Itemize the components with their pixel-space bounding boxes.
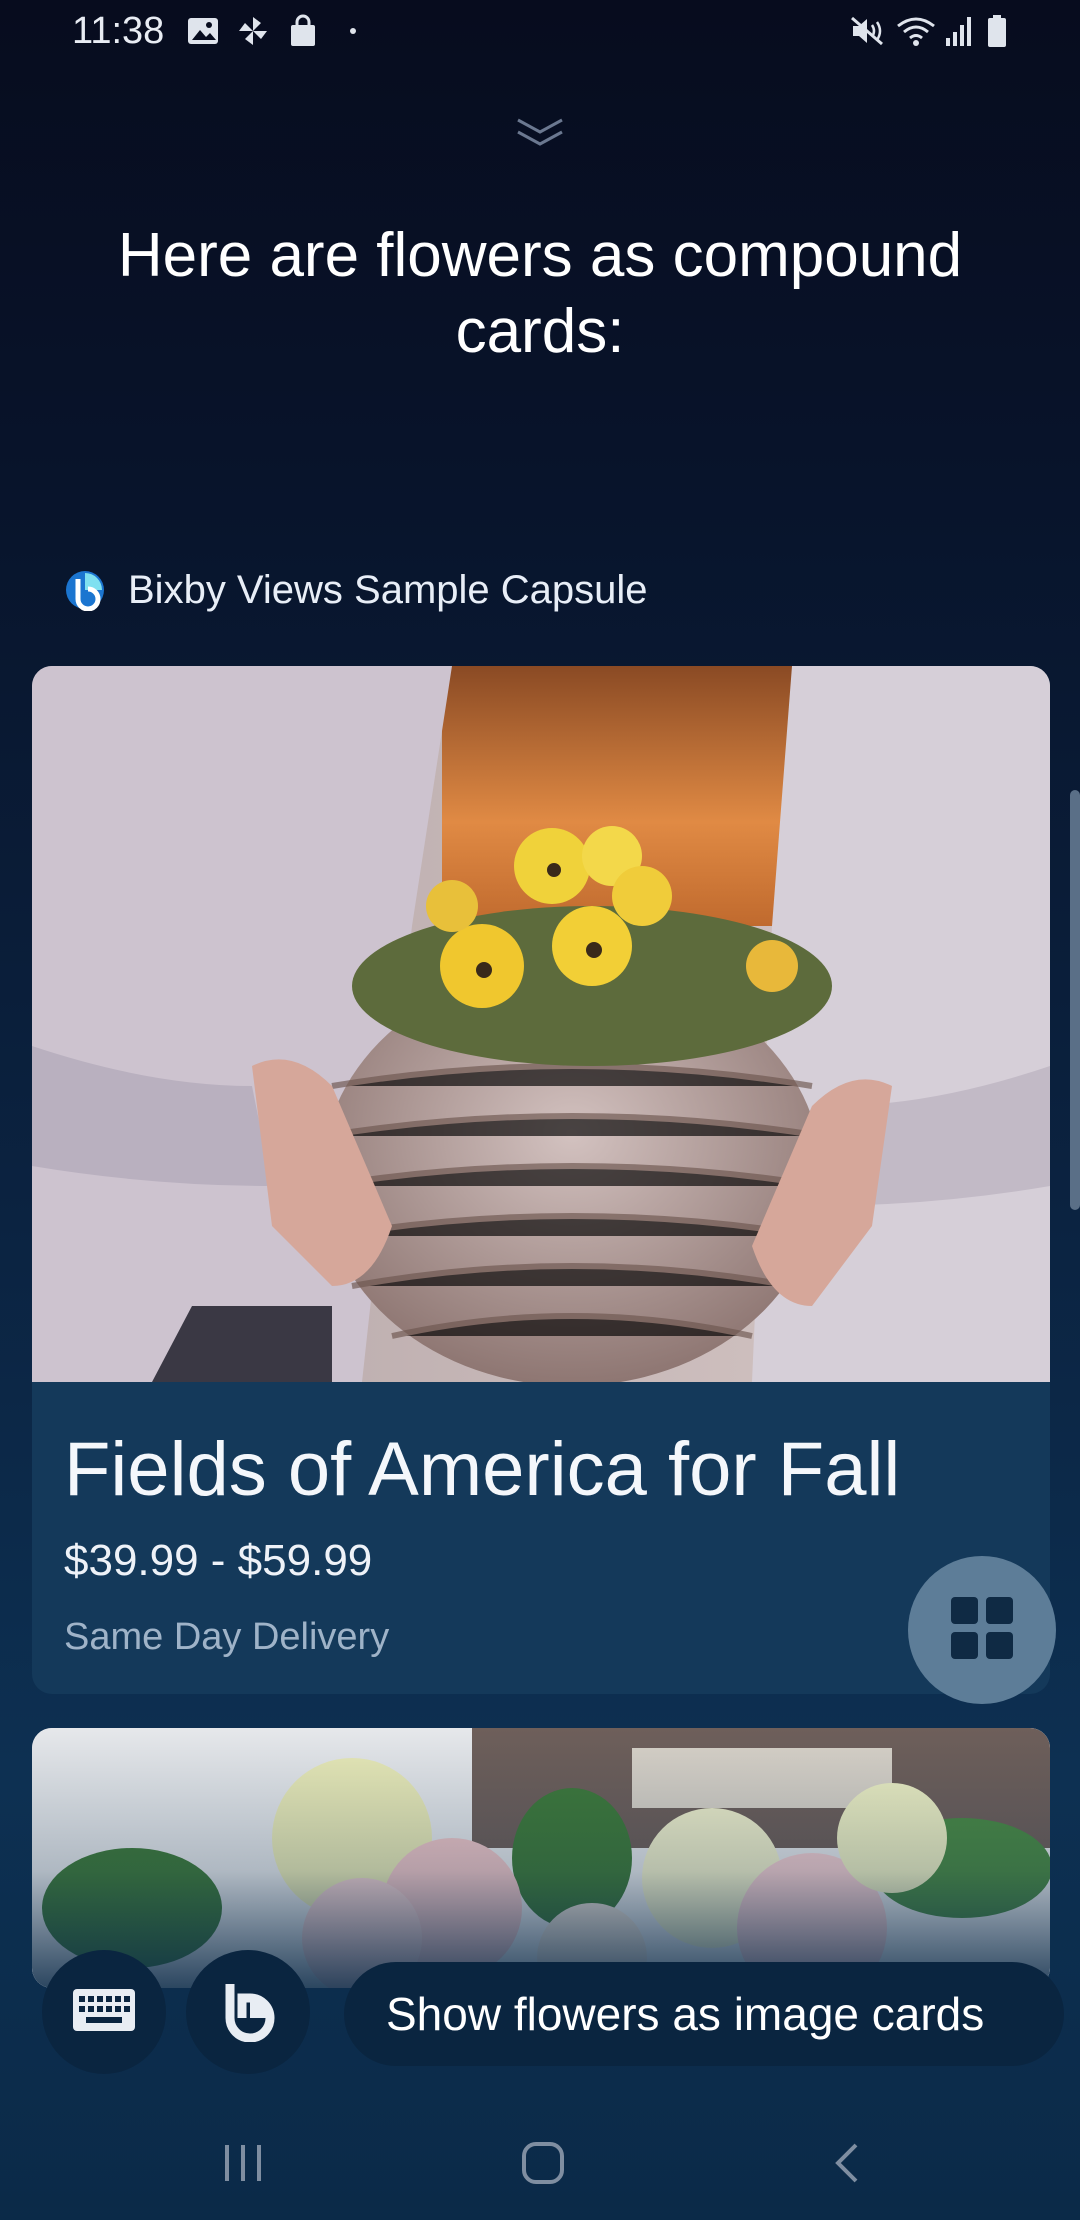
capsule-name: Bixby Views Sample Capsule (128, 567, 648, 612)
bixby-icon (216, 1978, 280, 2047)
recent-apps-button[interactable] (208, 2130, 278, 2200)
back-icon (832, 2141, 862, 2190)
status-time: 11:38 (72, 10, 165, 52)
grid-view-icon (947, 1593, 1017, 1668)
card-price: $39.99 - $59.99 (64, 1536, 373, 1585)
home-button[interactable] (508, 2130, 578, 2200)
suggestion-chip[interactable]: Show flowers as image cards (344, 1962, 1064, 2066)
card-title: Fields of America for Fall (64, 1427, 901, 1512)
capsule-header: Bixby Views Sample Capsule (64, 560, 648, 620)
wifi-icon (896, 14, 936, 48)
flower-image (32, 666, 1050, 1382)
bixby-logo-icon (64, 569, 106, 612)
keyboard-icon (72, 1988, 136, 2037)
scrollbar[interactable] (1070, 790, 1080, 1210)
gallery-icon (186, 14, 220, 48)
signal-icon (944, 14, 974, 48)
bixby-voice-button[interactable] (186, 1950, 310, 2074)
shopping-bag-icon (286, 14, 320, 48)
recent-apps-icon (221, 2143, 265, 2188)
home-icon (521, 2141, 565, 2190)
flower-card[interactable] (32, 1728, 1050, 1988)
grid-view-toggle-button[interactable] (908, 1556, 1056, 1704)
collapse-chevron-icon[interactable] (508, 112, 572, 152)
flower-card[interactable]: Fields of America for Fall $39.99 - $59.… (32, 666, 1050, 1694)
card-fade-overlay (32, 1728, 1050, 1988)
back-button[interactable] (812, 2130, 882, 2200)
battery-icon (986, 14, 1008, 48)
pinwheel-icon (236, 14, 270, 48)
dot-icon (348, 14, 358, 48)
page-headline: Here are flowers as compound cards: (117, 221, 963, 366)
keyboard-button[interactable] (42, 1950, 166, 2074)
card-delivery: Same Day Delivery (64, 1616, 390, 1658)
mute-icon (850, 14, 886, 48)
